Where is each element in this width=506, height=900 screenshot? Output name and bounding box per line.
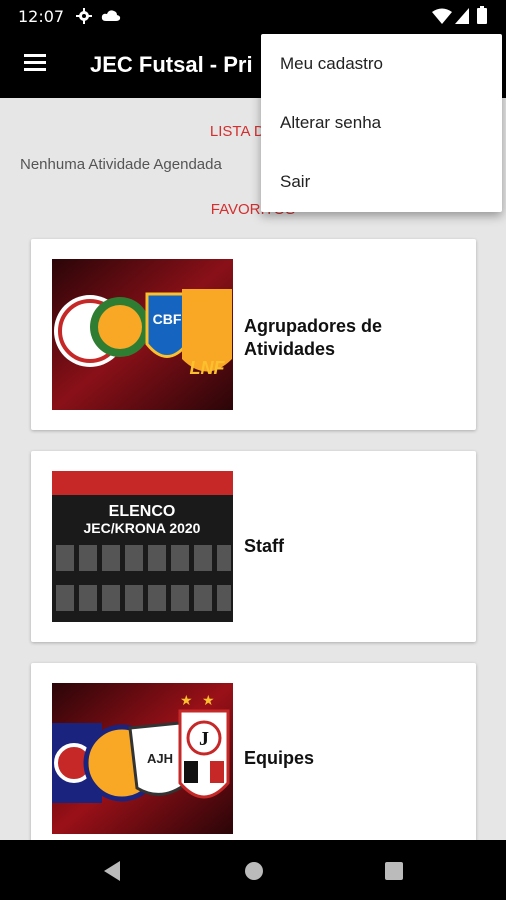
lnf-text: LNF (190, 358, 226, 378)
navigation-bar (0, 840, 506, 900)
menu-item-sair[interactable]: Sair (261, 152, 502, 211)
menu-item-alterar-senha[interactable]: Alterar senha (261, 93, 502, 152)
card-label-line: Atividades (244, 339, 336, 359)
card-label: Staff (244, 535, 284, 558)
back-icon[interactable] (102, 860, 122, 882)
battery-icon (477, 6, 487, 24)
status-time: 12:07 (18, 7, 65, 26)
thumb-title: ELENCO (109, 503, 176, 520)
card-label: Agrupadores de Atividades (244, 315, 382, 361)
signal-icon (455, 8, 469, 24)
card-label-line: Agrupadores de (244, 316, 383, 336)
home-icon[interactable] (243, 860, 265, 882)
app-title: JEC Futsal - Pri (90, 52, 253, 77)
card-staff[interactable]: ELENCO JEC/KRONA 2020 Staff (31, 451, 476, 642)
recents-icon[interactable] (384, 861, 404, 881)
overflow-menu: Meu cadastro Alterar senha Sair (261, 34, 502, 212)
wifi-icon (432, 8, 452, 24)
card-thumbnail: CBF LNF (52, 259, 233, 410)
card-thumbnail: ELENCO JEC/KRONA 2020 (52, 471, 233, 622)
menu-item-meu-cadastro[interactable]: Meu cadastro (261, 34, 502, 93)
thumb-subtitle: JEC/KRONA 2020 (84, 520, 201, 536)
hamburger-icon[interactable] (24, 54, 46, 72)
card-label-line: Equipes (244, 748, 315, 768)
card-equipes[interactable]: AJH J ★ ★ Equipes (31, 663, 476, 840)
card-label-line: Staff (244, 536, 284, 556)
card-label: Equipes (244, 747, 314, 770)
gear-icon (76, 8, 92, 24)
card-thumbnail: AJH J ★ ★ (52, 683, 233, 834)
cloud-icon (101, 10, 121, 21)
svg-text:★: ★ (202, 692, 215, 708)
card-agrupadores[interactable]: CBF LNF Agrupadores de Atividades (31, 239, 476, 430)
ajh-badge-text: AJH (147, 751, 173, 766)
jec-badge-text: J (199, 728, 209, 750)
cbf-badge-text: CBF (153, 311, 182, 327)
empty-activities-message: Nenhuma Atividade Agendada (20, 156, 222, 173)
svg-text:★: ★ (180, 692, 193, 708)
status-bar: 12:07 (0, 0, 506, 32)
